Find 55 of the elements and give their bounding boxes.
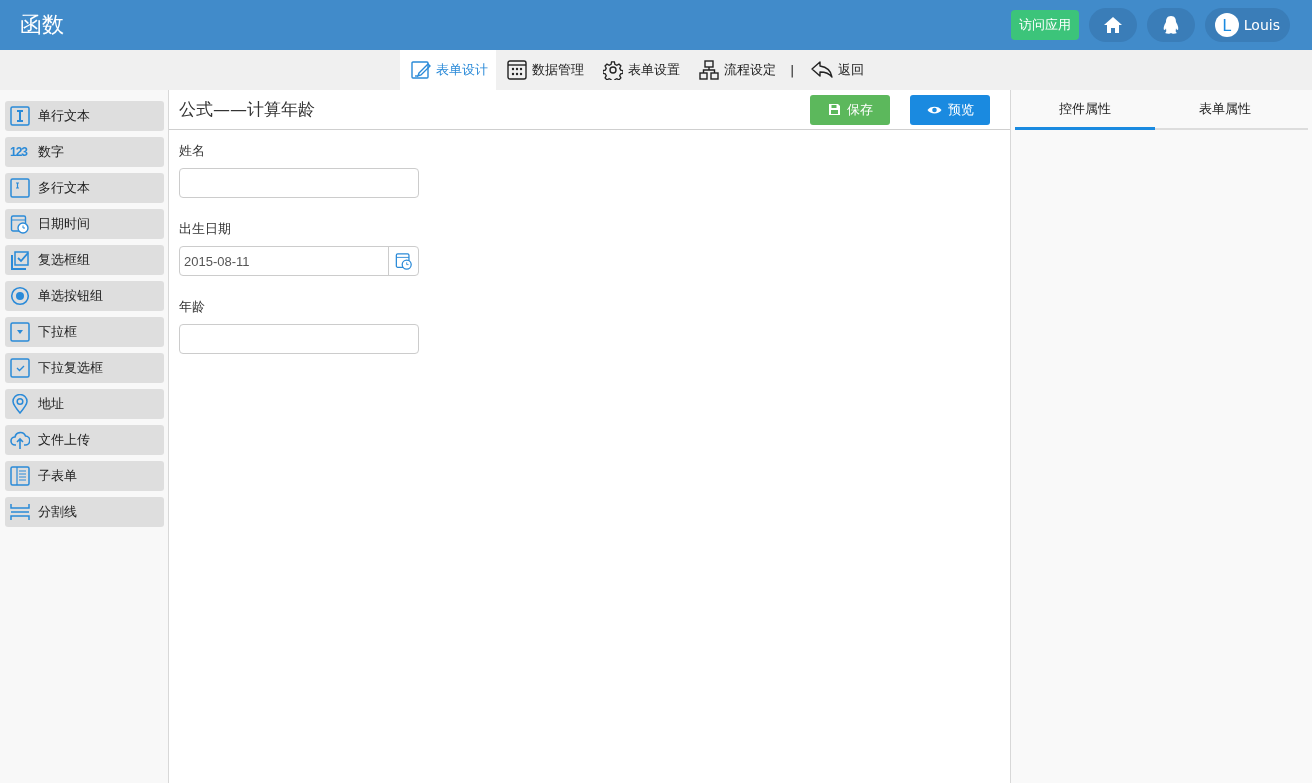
properties-tab[interactable]: 表单属性 xyxy=(1155,90,1295,130)
nav-tab[interactable]: 表单设置 xyxy=(592,50,688,90)
palette-item[interactable]: 子表单 xyxy=(5,461,164,491)
text-input[interactable] xyxy=(179,324,419,354)
palette-item[interactable]: 123 数字 xyxy=(5,137,164,167)
back-arrow-icon xyxy=(811,61,834,79)
field-label: 出生日期 xyxy=(179,220,232,238)
user-button[interactable]: L Louis xyxy=(1204,8,1290,42)
field-label: 姓名 xyxy=(179,142,206,160)
edit-icon xyxy=(411,60,431,80)
radio-icon xyxy=(10,286,30,306)
text-input[interactable] xyxy=(179,168,419,198)
user-avatar: L xyxy=(1214,13,1239,37)
palette-item[interactable]: 复选框组 xyxy=(5,245,164,275)
text-field-icon xyxy=(10,106,30,126)
divider-icon xyxy=(10,502,30,522)
back-link[interactable]: 返回 xyxy=(800,50,873,90)
palette-item[interactable]: 日期时间 xyxy=(5,209,164,239)
checkbox-icon xyxy=(10,250,30,270)
nav-tab[interactable]: 流程设定 xyxy=(688,50,784,90)
field-label: 年龄 xyxy=(179,298,206,316)
dropdown-icon xyxy=(10,322,30,342)
date-input[interactable]: 2015-08-11 xyxy=(179,246,419,276)
location-pin-icon xyxy=(10,394,30,414)
table-form-icon xyxy=(10,466,30,486)
palette-item[interactable]: 单行文本 xyxy=(5,101,164,131)
app-title: 函数 xyxy=(20,11,64,39)
eye-icon xyxy=(926,104,942,115)
grid-icon xyxy=(507,60,527,80)
cloud-upload-icon xyxy=(10,430,30,450)
settings-icon xyxy=(603,60,623,80)
palette-item[interactable]: 下拉复选框 xyxy=(5,353,164,383)
dropdown-check-icon xyxy=(10,358,30,378)
preview-button[interactable]: 预览 xyxy=(910,94,990,125)
number-icon: 123 xyxy=(10,145,30,159)
home-button[interactable] xyxy=(1088,8,1137,42)
home-icon xyxy=(1102,16,1123,34)
nav-tab[interactable]: 表单设计 xyxy=(400,50,496,90)
nav-separator: | xyxy=(790,62,795,78)
nav-tab[interactable]: 数据管理 xyxy=(496,50,592,90)
palette-item[interactable]: 地址 xyxy=(5,389,164,419)
palette-item[interactable]: 多行文本 xyxy=(5,173,164,203)
properties-tab[interactable]: 控件属性 xyxy=(1015,90,1155,130)
user-name: Louis xyxy=(1243,17,1280,33)
palette-item[interactable]: 下拉框 xyxy=(5,317,164,347)
palette-item[interactable]: 分割线 xyxy=(5,497,164,527)
textarea-icon xyxy=(10,178,30,198)
penguin-button[interactable] xyxy=(1146,8,1195,42)
palette-item[interactable]: 单选按钮组 xyxy=(5,281,164,311)
penguin-icon xyxy=(1161,15,1180,35)
flowchart-icon xyxy=(699,60,719,80)
palette-item[interactable]: 文件上传 xyxy=(5,425,164,455)
form-title: 公式——计算年龄 xyxy=(179,98,315,121)
calendar-clock-icon xyxy=(10,214,30,234)
calendar-clock-icon xyxy=(394,252,413,270)
